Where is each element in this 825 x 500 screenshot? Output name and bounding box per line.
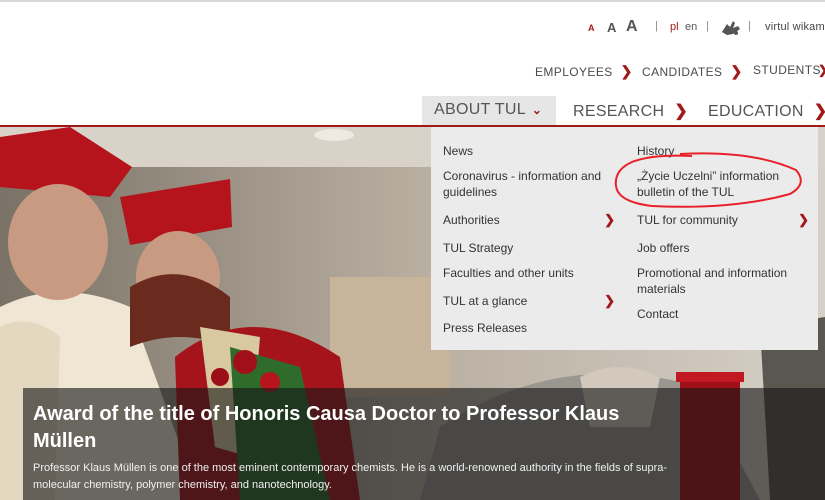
- hero-caption: Award of the title of Honoris Causa Doct…: [23, 388, 825, 500]
- nav-about-label: ABOUT TUL: [434, 101, 526, 118]
- separator: |: [748, 20, 751, 32]
- dropdown-item-label: „Życie Uczelni” information bulletin of …: [637, 169, 780, 199]
- virtual-tour-link[interactable]: virtul wikam: [765, 21, 825, 33]
- dropdown-item-faculties[interactable]: Faculties and other units: [443, 265, 611, 281]
- dropdown-item-label: News: [443, 144, 474, 158]
- dropdown-item-label: Contact: [637, 307, 679, 321]
- chevron-right-icon[interactable]: ❯: [604, 212, 615, 228]
- dropdown-item-label: Faculties and other units: [443, 266, 574, 280]
- dropdown-item-label: TUL Strategy: [443, 241, 514, 255]
- dropdown-item-label: History: [637, 144, 675, 158]
- dropdown-item-tul-for-community[interactable]: TUL for community ❯: [637, 212, 809, 228]
- dropdown-item-coronavirus[interactable]: Coronavirus - information and guidelines: [443, 168, 611, 200]
- dropdown-item-label: Press Releases: [443, 321, 528, 335]
- section-employees[interactable]: EMPLOYEES ❯: [535, 63, 633, 81]
- section-students[interactable]: STUDENTS: [753, 63, 821, 81]
- dropdown-item-history[interactable]: History: [637, 143, 805, 159]
- language-en-link[interactable]: en: [685, 21, 697, 33]
- sign-language-icon[interactable]: [720, 18, 742, 41]
- dropdown-item-tul-at-a-glance[interactable]: TUL at a glance ❯: [443, 293, 615, 309]
- dropdown-item-press-releases[interactable]: Press Releases: [443, 320, 611, 336]
- dropdown-item-promotional-materials[interactable]: Promotional and information materials: [637, 265, 805, 297]
- section-candidates[interactable]: CANDIDATES ❯: [642, 63, 743, 81]
- nav-research[interactable]: RESEARCH ❯: [573, 96, 688, 126]
- section-employees-label: EMPLOYEES: [535, 65, 613, 79]
- dropdown-item-label: Coronavirus - information and guidelines: [443, 169, 602, 199]
- font-size-large-button[interactable]: A: [626, 18, 638, 36]
- top-border: [0, 0, 825, 2]
- dropdown-item-zycie-uczelni[interactable]: „Życie Uczelni” information bulletin of …: [637, 168, 805, 200]
- chevron-right-icon[interactable]: ❯: [798, 212, 809, 228]
- dropdown-item-label: TUL at a glance: [443, 294, 528, 308]
- hero-description: Professor Klaus Müllen is one of the mos…: [33, 462, 668, 491]
- nav-about-tul[interactable]: ABOUT TUL ⌄: [422, 96, 556, 126]
- nav-education[interactable]: EDUCATION ❯: [708, 96, 825, 126]
- dropdown-item-label: Authorities: [443, 213, 500, 227]
- separator: |: [655, 20, 658, 32]
- section-students-label: STUDENTS: [753, 63, 821, 77]
- nav-research-label: RESEARCH: [573, 103, 665, 120]
- section-candidates-label: CANDIDATES: [642, 65, 723, 79]
- chevron-right-icon[interactable]: ❯: [604, 293, 615, 309]
- dropdown-item-label: Job offers: [637, 241, 690, 255]
- chevron-right-icon: ❯: [814, 103, 825, 120]
- chevron-right-icon: ❯: [730, 63, 743, 79]
- chevron-down-icon: ⌄: [531, 103, 543, 117]
- language-pl-link[interactable]: pl: [670, 21, 679, 33]
- chevron-right-icon: ❯: [674, 103, 689, 120]
- dropdown-item-authorities[interactable]: Authorities ❯: [443, 212, 615, 228]
- dropdown-item-label: Promotional and information materials: [637, 266, 788, 296]
- separator: |: [706, 20, 709, 32]
- font-size-medium-button[interactable]: A: [607, 20, 616, 35]
- dropdown-item-tul-strategy[interactable]: TUL Strategy: [443, 240, 611, 256]
- dropdown-item-job-offers[interactable]: Job offers: [637, 240, 805, 256]
- about-tul-dropdown: News Coronavirus - information and guide…: [431, 127, 818, 350]
- hero-title[interactable]: Award of the title of Honoris Causa Doct…: [33, 401, 673, 455]
- utility-bar: A A A | pl en | | virtul wikam: [588, 18, 825, 38]
- nav-education-label: EDUCATION: [708, 103, 804, 120]
- chevron-right-icon: ❯: [620, 63, 633, 79]
- dropdown-item-contact[interactable]: Contact: [637, 306, 805, 322]
- sections-scroll-right-button[interactable]: ❯: [818, 63, 825, 81]
- font-size-small-button[interactable]: A: [588, 23, 595, 33]
- dropdown-item-news[interactable]: News: [443, 143, 611, 159]
- dropdown-item-label: TUL for community: [637, 213, 738, 227]
- main-navigation: ABOUT TUL ⌄ RESEARCH ❯ EDUCATION ❯: [422, 96, 825, 126]
